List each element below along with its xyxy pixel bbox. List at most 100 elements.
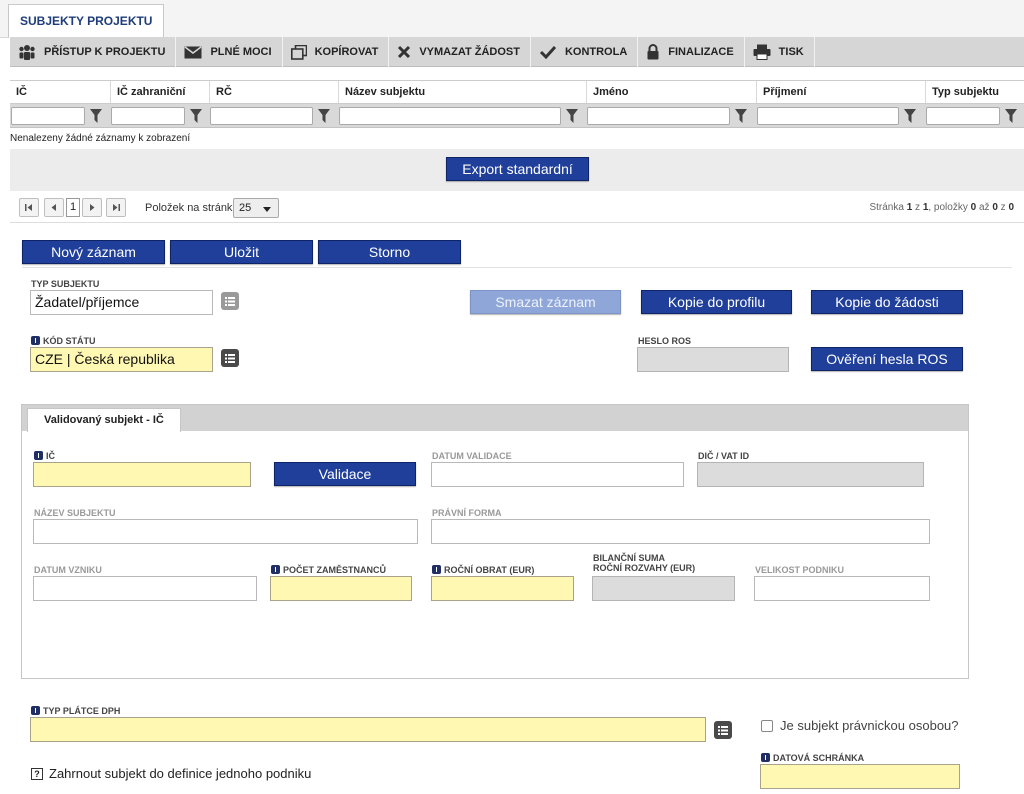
velikost-podniku-field[interactable] xyxy=(754,576,930,601)
column-ic[interactable]: IČ xyxy=(10,81,110,103)
finalizace-label: FINALIZACE xyxy=(668,46,734,58)
kontrola-label: KONTROLA xyxy=(564,46,628,58)
per-page-value: 25 xyxy=(239,202,252,214)
no-records-message: Nenalezeny žádné záznamy k zobrazení xyxy=(10,133,191,144)
filter-ic-input[interactable] xyxy=(11,107,85,125)
pager-info: Stránka 1 z 1, položky 0 až 0 z 0 xyxy=(869,202,1014,213)
filter-jmeno-input[interactable] xyxy=(587,107,730,125)
heslo-ros-field[interactable] xyxy=(637,347,789,372)
tab-subjekty-projektu[interactable]: SUBJEKTY PROJEKTU xyxy=(8,4,165,38)
kod-statu-label: KÓD STÁTU xyxy=(31,336,96,346)
funnel-icon[interactable] xyxy=(1005,109,1017,123)
funnel-icon[interactable] xyxy=(90,109,102,123)
kopirovat-label: KOPÍROVAT xyxy=(314,46,379,58)
finalizace-button[interactable]: FINALIZACE xyxy=(638,37,745,67)
tab-bar: SUBJEKTY PROJEKTU xyxy=(0,0,1024,38)
vymazat-zadost-button[interactable]: VYMAZAT ŽÁDOST xyxy=(389,37,531,67)
ic-field[interactable] xyxy=(33,462,251,487)
help-icon[interactable]: ? xyxy=(31,768,43,780)
pravni-forma-label: PRÁVNÍ FORMA xyxy=(432,508,502,518)
zahrnout-subjekt-label: Zahrnout subjekt do definice jednoho pod… xyxy=(49,766,312,781)
column-typ-subjektu[interactable]: Typ subjektu xyxy=(925,81,1024,103)
chevron-down-icon xyxy=(263,207,271,212)
required-icon xyxy=(432,565,441,574)
kontrola-button[interactable]: KONTROLA xyxy=(531,37,639,67)
funnel-icon[interactable] xyxy=(318,109,330,123)
dic-field[interactable] xyxy=(697,462,924,487)
overeni-hesla-ros-button[interactable]: Ověření hesla ROS xyxy=(811,347,963,371)
funnel-icon[interactable] xyxy=(904,109,916,123)
column-rc[interactable]: RČ xyxy=(209,81,338,103)
pravnicka-osoba-label: Je subjekt právnickou osobou? xyxy=(780,718,959,733)
datum-vzniku-field[interactable] xyxy=(33,576,257,601)
pristup-k-projektu-button[interactable]: PŘÍSTUP K PROJEKTU xyxy=(10,37,177,67)
filter-typ-subjektu-input[interactable] xyxy=(926,107,1000,125)
kopie-do-zadosti-button[interactable]: Kopie do žádosti xyxy=(811,290,963,314)
typ-platce-dph-label: TYP PLÁTCE DPH xyxy=(31,706,120,716)
list-icon[interactable] xyxy=(221,292,239,310)
bilancni-suma-label: BILANČNÍ SUMA ROČNÍ ROZVAHY (EUR) xyxy=(593,553,696,573)
pravnicka-osoba-checkbox[interactable] xyxy=(761,720,773,732)
typ-subjektu-field[interactable]: Žadatel/příjemce xyxy=(30,290,213,315)
filter-ic-zahranicni xyxy=(111,107,207,125)
required-icon xyxy=(31,336,40,345)
datova-schranka-field[interactable] xyxy=(760,764,960,789)
filter-nazev-input[interactable] xyxy=(339,107,561,125)
funnel-icon[interactable] xyxy=(566,109,578,123)
tab-validovany-subjekt-ic[interactable]: Validovaný subjekt - IČ xyxy=(27,408,181,432)
typ-platce-dph-field[interactable] xyxy=(30,717,706,742)
funnel-icon[interactable] xyxy=(735,109,747,123)
kod-statu-field[interactable]: CZE | Česká republika xyxy=(30,347,213,372)
last-page-button[interactable] xyxy=(106,198,126,217)
funnel-icon[interactable] xyxy=(190,109,202,123)
ulozit-button[interactable]: Uložit xyxy=(170,240,313,264)
prev-page-icon xyxy=(51,204,56,211)
datum-validace-field[interactable] xyxy=(431,462,684,487)
nazev-subjektu-field[interactable] xyxy=(33,519,418,544)
copy-icon xyxy=(290,44,307,60)
filter-ic-zahranicni-input[interactable] xyxy=(111,107,185,125)
ic-label: IČ xyxy=(34,451,55,461)
kopie-do-profilu-button[interactable]: Kopie do profilu xyxy=(641,290,792,314)
filter-ic xyxy=(11,107,109,125)
filter-prijmeni-input[interactable] xyxy=(757,107,899,125)
first-page-button[interactable] xyxy=(19,198,39,217)
bilancni-suma-field[interactable] xyxy=(592,576,735,601)
rocni-obrat-field[interactable] xyxy=(431,576,574,601)
prev-page-button[interactable] xyxy=(44,198,64,217)
vymazat-label: VYMAZAT ŽÁDOST xyxy=(419,46,520,58)
tisk-button[interactable]: TISK xyxy=(745,37,815,67)
column-nazev-subjektu[interactable]: Název subjektu xyxy=(338,81,586,103)
rocni-obrat-label: ROČNÍ OBRAT (EUR) xyxy=(432,565,534,575)
list-icon[interactable] xyxy=(714,721,732,739)
filter-rc xyxy=(210,107,336,125)
pocet-zamestnancu-label: POČET ZAMĚSTNANCŮ xyxy=(271,565,386,575)
close-icon xyxy=(398,45,411,59)
velikost-podniku-label: VELIKOST PODNIKU xyxy=(755,565,845,575)
storno-button[interactable]: Storno xyxy=(318,240,461,264)
pocet-zamestnancu-field[interactable] xyxy=(270,576,412,601)
column-prijmeni[interactable]: Příjmení xyxy=(756,81,925,103)
check-icon xyxy=(539,45,557,59)
column-ic-zahranicni[interactable]: IČ zahraniční xyxy=(110,81,209,103)
pager: 1 Položek na stránku 25 Stránka 1 z 1, p… xyxy=(10,193,1024,223)
next-page-button[interactable] xyxy=(82,198,102,217)
lock-icon xyxy=(647,44,659,60)
dic-label: DIČ / VAT ID xyxy=(698,451,750,461)
plne-moci-button[interactable]: PLNÉ MOCI xyxy=(176,37,283,67)
column-jmeno[interactable]: Jméno xyxy=(586,81,756,103)
filter-rc-input[interactable] xyxy=(210,107,313,125)
heslo-ros-label: HESLO ROS xyxy=(638,336,692,346)
users-icon xyxy=(19,45,35,60)
per-page-select[interactable]: 25 xyxy=(233,198,279,218)
pravni-forma-field[interactable] xyxy=(431,519,930,544)
export-standardni-button[interactable]: Export standardní xyxy=(446,157,589,181)
current-page[interactable]: 1 xyxy=(66,198,80,217)
smazat-zaznam-button[interactable]: Smazat záznam xyxy=(470,290,621,314)
novy-zaznam-button[interactable]: Nový záznam xyxy=(22,240,165,264)
filter-jmeno xyxy=(587,107,753,125)
required-icon xyxy=(34,451,43,460)
kopirovat-button[interactable]: KOPÍROVAT xyxy=(283,37,390,67)
validace-button[interactable]: Validace xyxy=(274,462,416,486)
list-icon[interactable] xyxy=(221,349,239,367)
